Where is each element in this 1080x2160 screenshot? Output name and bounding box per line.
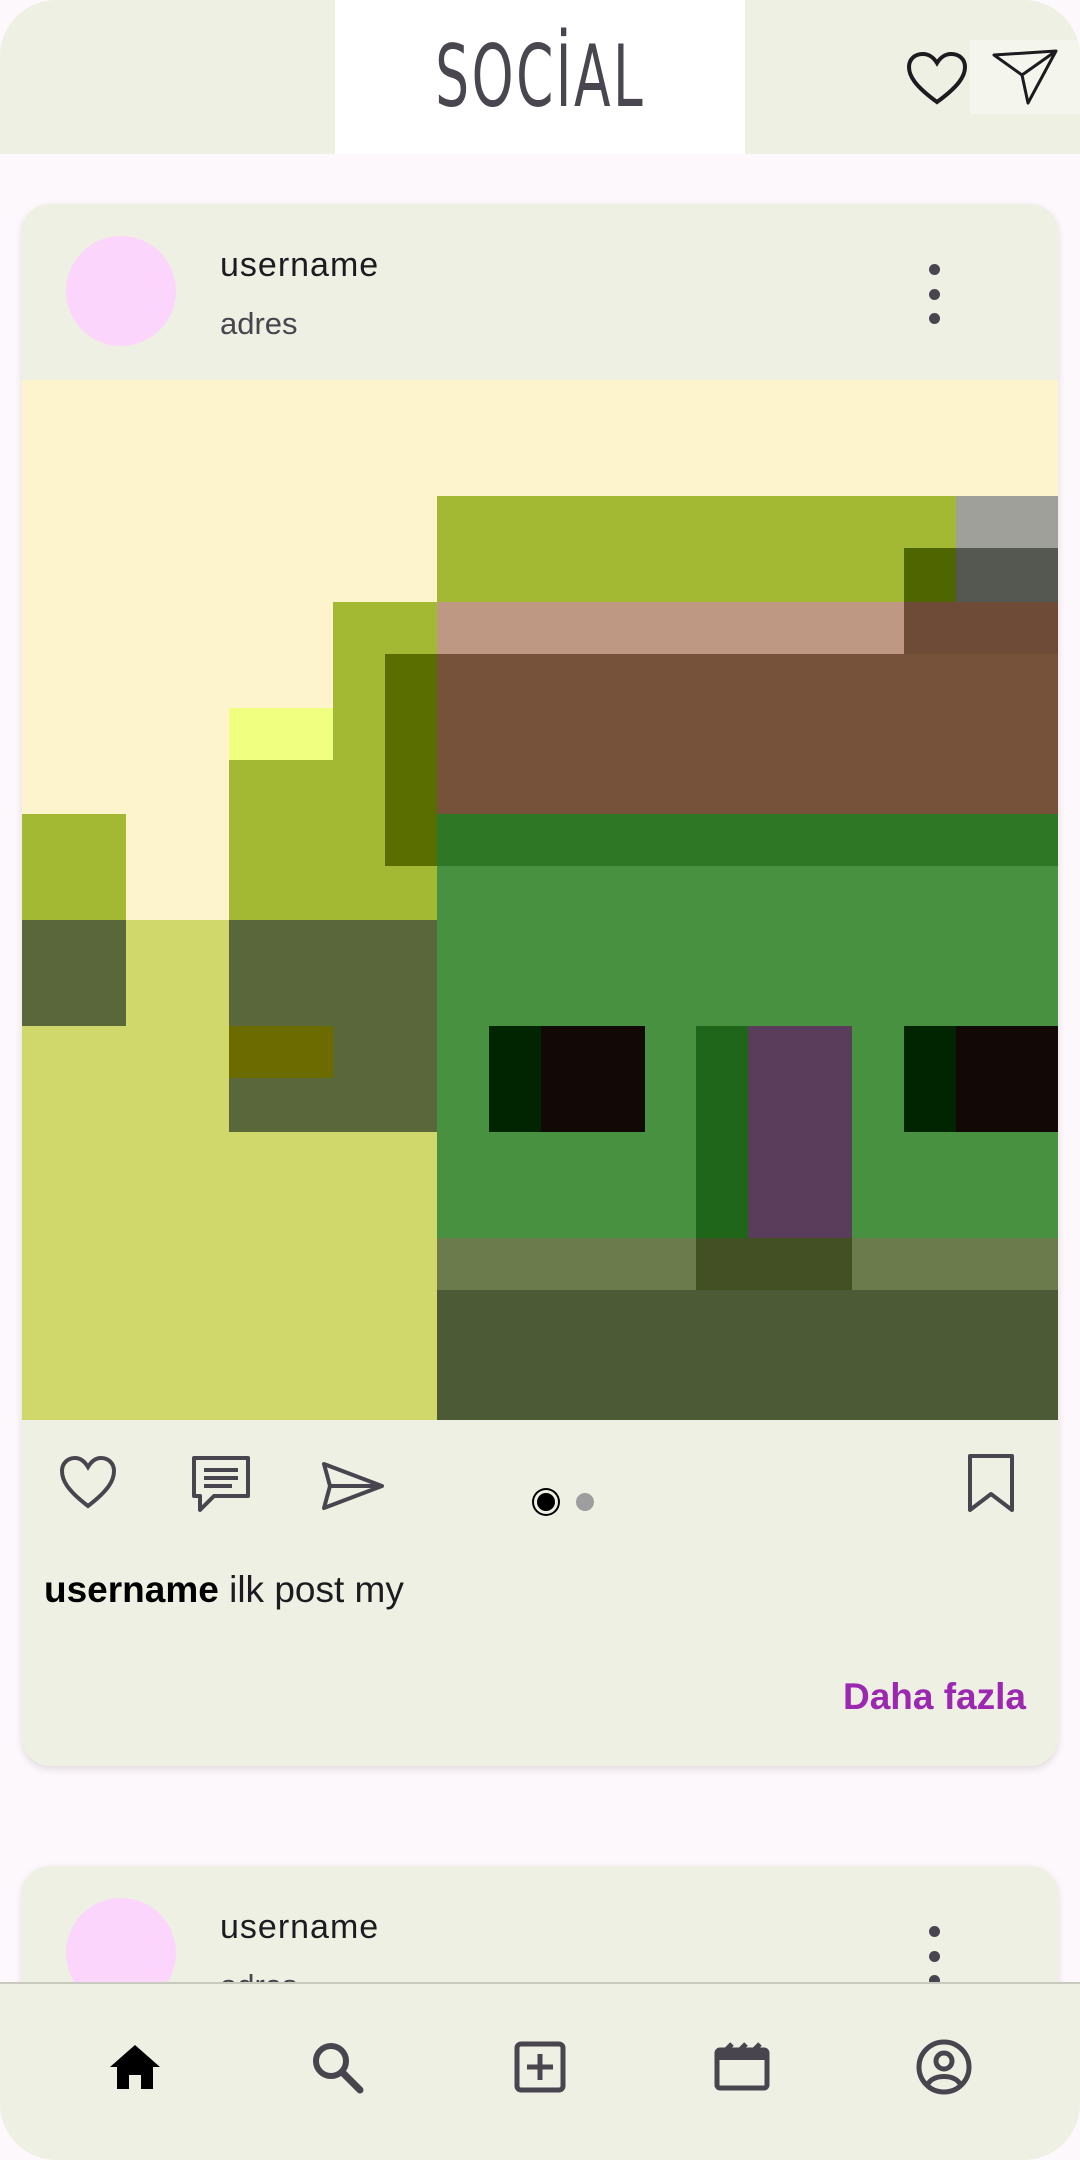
send-paper-plane-icon[interactable] bbox=[970, 40, 1080, 114]
post-username[interactable]: username bbox=[220, 1908, 379, 1947]
post-header: username adres bbox=[22, 204, 1058, 380]
heart-outline-icon[interactable] bbox=[905, 50, 969, 106]
share-send-icon[interactable] bbox=[320, 1460, 386, 1517]
carousel-indicator bbox=[534, 1490, 594, 1514]
caption-username[interactable]: username bbox=[44, 1569, 219, 1610]
app-screen: SOCİAL username adres username ilk post … bbox=[0, 0, 1080, 2160]
post-address: adres bbox=[220, 306, 298, 341]
caption-text: ilk post my bbox=[218, 1569, 404, 1610]
avatar[interactable] bbox=[66, 236, 176, 346]
post-caption: username ilk post my bbox=[44, 1569, 404, 1611]
more-vert-icon[interactable] bbox=[914, 264, 954, 324]
post-username[interactable]: username bbox=[220, 246, 379, 285]
post-image[interactable] bbox=[22, 380, 1058, 1420]
bottom-navigation bbox=[0, 1982, 1080, 2160]
movie-icon[interactable] bbox=[707, 2032, 777, 2102]
more-link[interactable]: Daha fazla bbox=[843, 1676, 1026, 1718]
post-actions bbox=[22, 1420, 1058, 1550]
carousel-dot-active[interactable] bbox=[534, 1490, 558, 1514]
comment-icon[interactable] bbox=[188, 1454, 254, 1519]
like-heart-icon[interactable] bbox=[58, 1454, 118, 1515]
top-app-bar: SOCİAL bbox=[0, 0, 1080, 154]
more-vert-icon[interactable] bbox=[914, 1926, 954, 1986]
home-icon[interactable] bbox=[100, 2032, 170, 2102]
logo-text: SOCİAL bbox=[435, 27, 645, 127]
search-icon[interactable] bbox=[302, 2032, 372, 2102]
logo: SOCİAL bbox=[335, 0, 745, 154]
carousel-dot[interactable] bbox=[576, 1493, 594, 1511]
bookmark-icon[interactable] bbox=[966, 1452, 1016, 1519]
post-card: username adres bbox=[22, 204, 1058, 1766]
add-box-icon[interactable] bbox=[505, 2032, 575, 2102]
account-circle-icon[interactable] bbox=[909, 2032, 979, 2102]
